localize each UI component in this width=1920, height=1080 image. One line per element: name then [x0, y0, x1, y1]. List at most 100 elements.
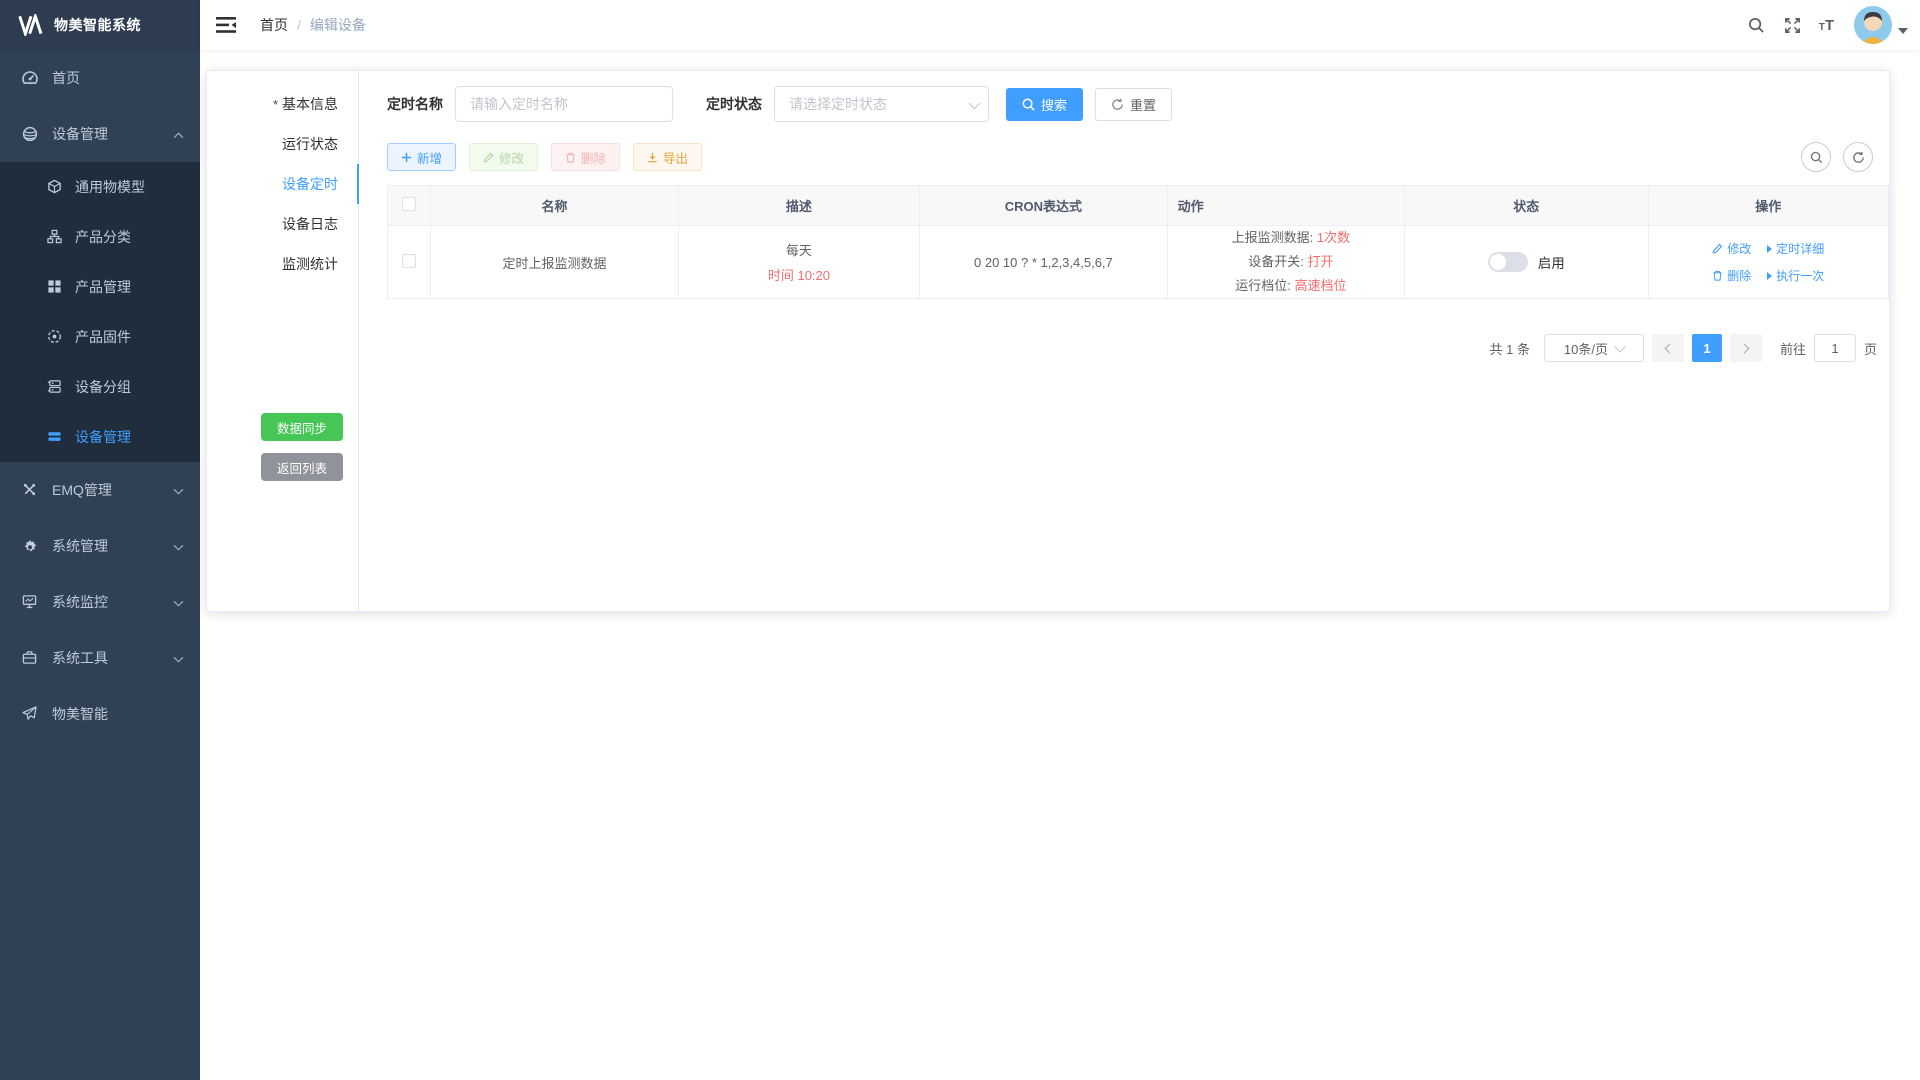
- sidebar-item-device-group[interactable]: 设备分组: [0, 362, 200, 412]
- timer-name-input[interactable]: [455, 86, 673, 122]
- goto-suffix: 页: [1864, 339, 1877, 358]
- sidebar-item-device-mgmt[interactable]: 设备管理: [0, 106, 200, 162]
- col-header-status: 状态: [1405, 186, 1648, 226]
- sidebar-item-emq-mgmt[interactable]: EMQ管理: [0, 462, 200, 518]
- add-button[interactable]: 新增: [387, 143, 456, 171]
- topbar-actions: TT: [1747, 6, 1908, 44]
- search-icon: [1022, 98, 1035, 111]
- sidebar-item-label: EMQ管理: [52, 480, 173, 500]
- tab-device-timer[interactable]: 设备定时: [207, 164, 358, 204]
- sidebar-item-label: 产品分类: [75, 227, 184, 247]
- action-line: 上报监测数据: 1次数: [1178, 226, 1404, 250]
- sidebar-item-product-firmware[interactable]: 产品固件: [0, 312, 200, 362]
- sidebar-item-product-mgmt[interactable]: 产品管理: [0, 262, 200, 312]
- plus-icon: [401, 152, 412, 163]
- timer-table: 名称 描述 CRON表达式 动作 状态 操作 定时上报监测数据: [387, 185, 1889, 299]
- page-size-select[interactable]: 10条/页: [1544, 334, 1644, 362]
- tab-label: 基本信息: [282, 94, 338, 114]
- app-root: 物美智能系统 首页 设备管理 通用物模型: [0, 0, 1920, 1080]
- sidebar-item-label: 产品管理: [75, 277, 184, 297]
- export-button[interactable]: 导出: [633, 143, 702, 171]
- action-line: 设备开关: 打开: [1178, 250, 1404, 274]
- tab-basic-info[interactable]: * 基本信息: [207, 84, 358, 124]
- sidebar-item-system-mgmt[interactable]: 系统管理: [0, 518, 200, 574]
- sidebar-item-label: 物美智能: [52, 704, 184, 724]
- sidebar-item-system-tools[interactable]: 系统工具: [0, 630, 200, 686]
- tab-device-log[interactable]: 设备日志: [207, 204, 358, 244]
- timer-status-select[interactable]: 请选择定时状态: [774, 86, 989, 122]
- tree-icon: [47, 229, 63, 245]
- status-switch[interactable]: [1488, 252, 1528, 272]
- tab-label: 设备定时: [282, 174, 338, 194]
- sidebar-item-product-category[interactable]: 产品分类: [0, 212, 200, 262]
- chevron-down-icon: [173, 538, 184, 554]
- cell-status: 启用: [1405, 226, 1648, 299]
- row-checkbox[interactable]: [402, 254, 416, 268]
- sidebar-item-label: 产品固件: [75, 327, 184, 347]
- table-toolbar: 新增 修改 删除 导出: [387, 142, 1889, 172]
- reset-button[interactable]: 重置: [1095, 88, 1172, 121]
- dashboard-icon: [22, 70, 38, 86]
- show-search-button[interactable]: [1801, 142, 1831, 172]
- refresh-button[interactable]: [1843, 142, 1873, 172]
- brand-logo-icon: [18, 14, 44, 36]
- grid-icon: [47, 279, 63, 295]
- search-form: 定时名称 定时状态 请选择定时状态 搜索: [387, 86, 1889, 122]
- breadcrumb-current: 编辑设备: [310, 15, 366, 35]
- action-line: 运行档位: 高速档位: [1178, 274, 1404, 298]
- sidebar-toggle-icon[interactable]: [216, 16, 236, 34]
- main-area: 首页 / 编辑设备 TT: [200, 0, 1920, 1080]
- app-logo: 物美智能系统: [0, 0, 200, 50]
- pagination: 共 1 条 10条/页 1 前往 页: [387, 334, 1877, 362]
- breadcrumb: 首页 / 编辑设备: [260, 15, 366, 35]
- edit-button[interactable]: 修改: [469, 143, 538, 171]
- sidebar-item-home[interactable]: 首页: [0, 50, 200, 106]
- goto-label: 前往: [1780, 339, 1806, 358]
- avatar[interactable]: [1854, 6, 1892, 44]
- sidebar-item-wumei-smart[interactable]: 物美智能: [0, 686, 200, 742]
- col-header-operation: 操作: [1648, 186, 1889, 226]
- back-to-list-button[interactable]: 返回列表: [261, 453, 343, 481]
- prev-page-button[interactable]: [1652, 334, 1684, 362]
- fullscreen-icon[interactable]: [1783, 15, 1803, 35]
- goto-page-input[interactable]: [1814, 334, 1856, 362]
- cell-operations: 修改 定时详细 删除: [1648, 226, 1889, 299]
- current-page[interactable]: 1: [1692, 334, 1722, 362]
- next-page-button[interactable]: [1730, 334, 1762, 362]
- run-once-link[interactable]: 执行一次: [1767, 267, 1824, 284]
- sidebar-item-thing-model[interactable]: 通用物模型: [0, 162, 200, 212]
- data-sync-button[interactable]: 数据同步: [261, 413, 343, 441]
- timer-detail-link[interactable]: 定时详细: [1767, 240, 1824, 257]
- tab-label: 监测统计: [282, 254, 338, 274]
- trash-icon: [1712, 270, 1723, 281]
- tab-monitor-stats[interactable]: 监测统计: [207, 244, 358, 284]
- table-header-row: 名称 描述 CRON表达式 动作 状态 操作: [388, 186, 1889, 226]
- col-header-cron: CRON表达式: [920, 186, 1167, 226]
- breadcrumb-home[interactable]: 首页: [260, 15, 288, 35]
- timer-status-label: 定时状态: [706, 94, 762, 114]
- chevron-left-icon: [1665, 343, 1675, 353]
- search-icon[interactable]: [1747, 15, 1767, 35]
- user-menu[interactable]: [1854, 6, 1908, 44]
- table-tools: [1801, 142, 1873, 172]
- search-button[interactable]: 搜索: [1006, 88, 1083, 121]
- caret-right-icon: [1767, 272, 1772, 280]
- desc-time: 时间 10:20: [679, 265, 919, 284]
- gear-icon: [22, 538, 38, 554]
- chevron-up-icon: [173, 126, 184, 142]
- select-all-checkbox[interactable]: [402, 197, 416, 211]
- table-row: 定时上报监测数据 每天 时间 10:20 0 20 10 ? * 1,2,3,4…: [388, 226, 1889, 299]
- pagination-total: 共 1 条: [1490, 339, 1530, 358]
- sidebar-item-label: 通用物模型: [75, 177, 184, 197]
- sidebar-item-device-mgmt-sub[interactable]: 设备管理: [0, 412, 200, 462]
- cell-actions: 上报监测数据: 1次数 设备开关: 打开 运行档位:: [1167, 226, 1404, 299]
- tab-running-status[interactable]: 运行状态: [207, 124, 358, 164]
- delete-link[interactable]: 删除: [1712, 267, 1751, 284]
- app-title: 物美智能系统: [54, 15, 141, 35]
- font-size-icon[interactable]: TT: [1819, 17, 1834, 34]
- tab-label: 运行状态: [282, 134, 338, 154]
- chevron-down-icon: [969, 98, 980, 109]
- sidebar-item-system-monitor[interactable]: 系统监控: [0, 574, 200, 630]
- delete-button[interactable]: 删除: [551, 143, 620, 171]
- edit-link[interactable]: 修改: [1712, 240, 1751, 257]
